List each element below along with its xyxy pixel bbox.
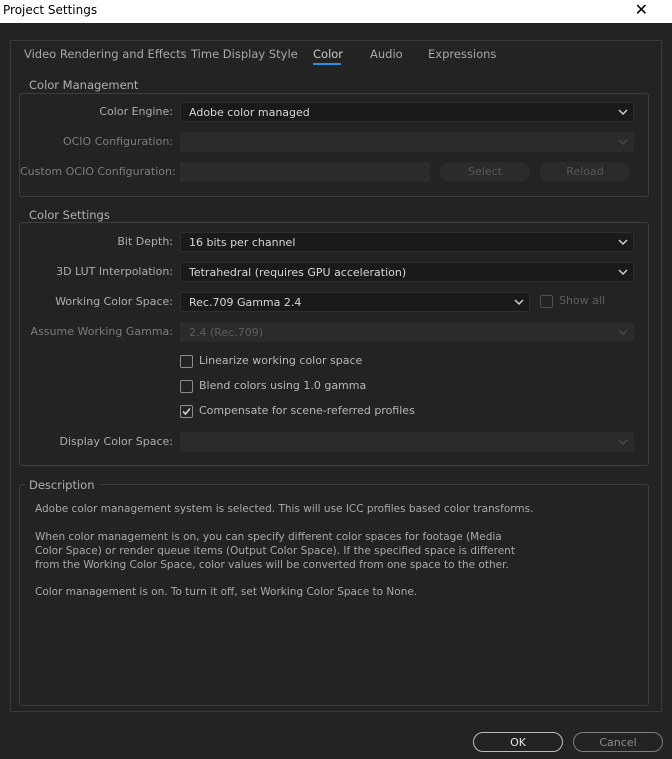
- blend-gamma-label: Blend colors using 1.0 gamma: [199, 379, 367, 392]
- lut-interpolation-value: Tetrahedral (requires GPU acceleration): [189, 266, 407, 279]
- color-engine-label: Color Engine:: [99, 105, 173, 118]
- chevron-down-icon: [617, 135, 629, 149]
- assume-working-gamma-value: 2.4 (Rec.709): [189, 326, 264, 339]
- chevron-down-icon: [617, 105, 629, 119]
- compensate-label: Compensate for scene-referred profiles: [199, 404, 415, 417]
- assume-working-gamma-dropdown[interactable]: 2.4 (Rec.709): [180, 322, 634, 342]
- bit-depth-value: 16 bits per channel: [189, 236, 296, 249]
- working-color-space-dropdown[interactable]: Rec.709 Gamma 2.4: [180, 292, 530, 312]
- blend-gamma-checkbox[interactable]: [180, 380, 193, 393]
- description-title: Description: [25, 478, 99, 492]
- assume-working-gamma-label: Assume Working Gamma:: [30, 325, 173, 338]
- color-engine-value: Adobe color managed: [189, 106, 310, 119]
- chevron-down-icon: [617, 435, 629, 449]
- custom-ocio-path-field[interactable]: [180, 162, 430, 182]
- lut-interpolation-dropdown[interactable]: Tetrahedral (requires GPU acceleration): [180, 262, 634, 282]
- linearize-label: Linearize working color space: [199, 354, 363, 367]
- custom-ocio-select-button[interactable]: Select: [440, 162, 530, 182]
- linearize-checkbox[interactable]: [180, 355, 193, 368]
- show-all-checkbox[interactable]: [540, 295, 553, 308]
- color-settings-title: Color Settings: [25, 208, 114, 222]
- tab-time-display-style[interactable]: Time Display Style: [191, 47, 298, 61]
- working-color-space-label: Working Color Space:: [55, 295, 173, 308]
- title-bar: Project Settings ✕: [0, 0, 672, 23]
- tab-video-rendering[interactable]: Video Rendering and Effects: [24, 47, 187, 61]
- show-all-label: Show all: [559, 294, 606, 307]
- cancel-button[interactable]: Cancel: [573, 732, 663, 752]
- window-title: Project Settings: [3, 3, 98, 17]
- tab-expressions[interactable]: Expressions: [428, 47, 496, 61]
- color-engine-dropdown[interactable]: Adobe color managed: [180, 102, 634, 122]
- bit-depth-dropdown[interactable]: 16 bits per channel: [180, 232, 634, 252]
- color-settings-group: [19, 222, 649, 466]
- chevron-down-icon: [513, 295, 525, 309]
- description-paragraph-3: Color management is on. To turn it off, …: [35, 586, 418, 598]
- close-icon[interactable]: ✕: [635, 1, 648, 19]
- ocio-configuration-dropdown[interactable]: [180, 132, 634, 152]
- custom-ocio-reload-button[interactable]: Reload: [540, 162, 630, 182]
- checkmark-icon: [182, 407, 191, 416]
- bit-depth-label: Bit Depth:: [117, 235, 173, 248]
- description-paragraph-2: When color management is on, you can spe…: [35, 531, 515, 571]
- ocio-configuration-label: OCIO Configuration:: [62, 135, 173, 148]
- tab-color[interactable]: Color: [313, 47, 343, 61]
- description-paragraph-1: Adobe color management system is selecte…: [35, 503, 534, 515]
- chevron-down-icon: [617, 265, 629, 279]
- color-management-title: Color Management: [25, 78, 143, 92]
- ok-button[interactable]: OK: [473, 732, 563, 752]
- chevron-down-icon: [617, 325, 629, 339]
- working-color-space-value: Rec.709 Gamma 2.4: [189, 296, 302, 309]
- display-color-space-label: Display Color Space:: [59, 435, 174, 448]
- active-tab-indicator: [313, 63, 341, 65]
- lut-interpolation-label: 3D LUT Interpolation:: [56, 265, 173, 278]
- tab-audio[interactable]: Audio: [370, 47, 403, 61]
- chevron-down-icon: [617, 235, 629, 249]
- display-color-space-dropdown[interactable]: [180, 432, 634, 452]
- compensate-checkbox[interactable]: [180, 405, 193, 418]
- custom-ocio-label: Custom OCIO Configuration:: [20, 165, 176, 178]
